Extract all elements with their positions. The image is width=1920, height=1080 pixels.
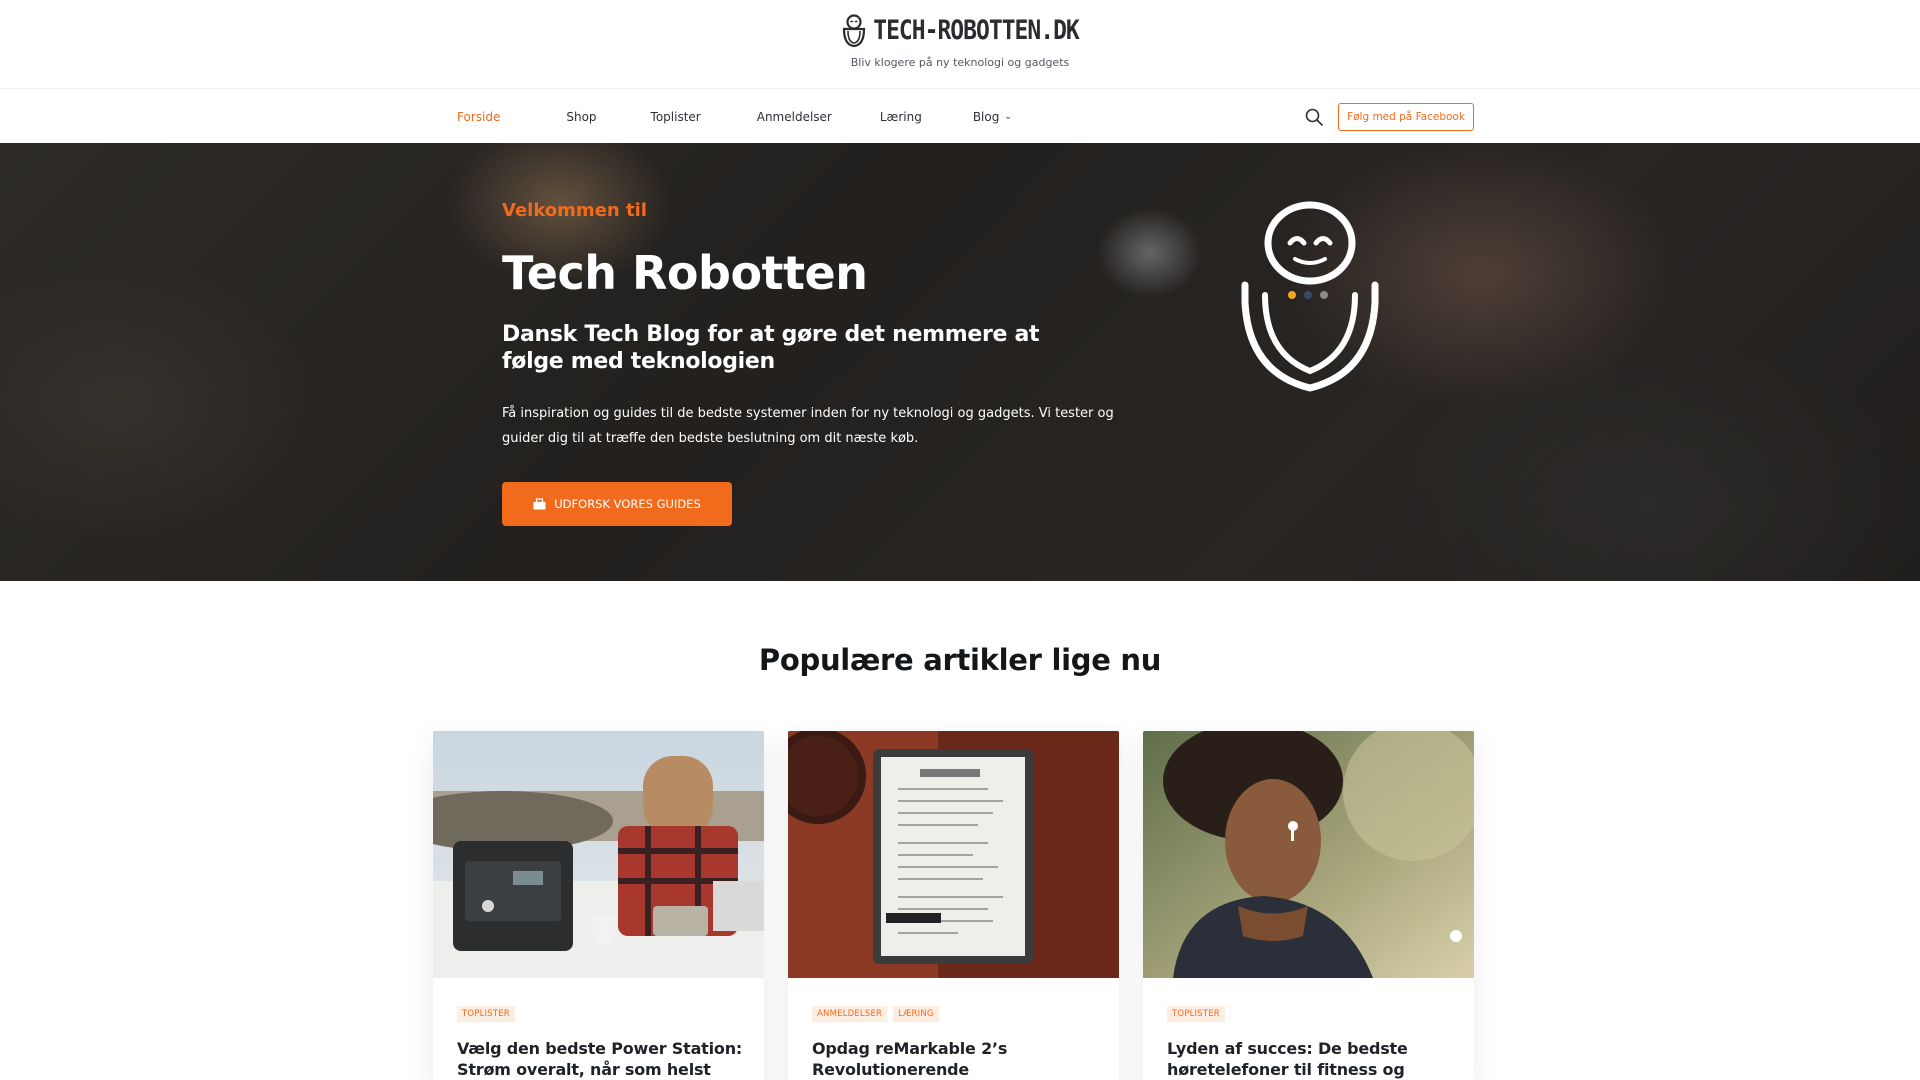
nav-item-label: Shop xyxy=(566,109,597,124)
article-card-power-station[interactable]: TOPLISTER Vælg den bedste Power Station:… xyxy=(433,731,764,1080)
tag-anmeldelser[interactable]: ANMELDELSER xyxy=(812,1006,888,1022)
nav-item-forside[interactable]: Forside xyxy=(457,110,500,124)
nav-item-label: Læring xyxy=(879,109,922,124)
box-icon xyxy=(533,498,546,510)
facebook-follow-button[interactable]: Følg med på Facebook xyxy=(1338,103,1474,131)
tag-toplister[interactable]: TOPLISTER xyxy=(1167,1006,1225,1022)
hero-description: Få inspiration og guides til de bedste s… xyxy=(502,406,1114,446)
card-title[interactable]: Opdag reMarkable 2’s Revolutionerende xyxy=(812,1038,1102,1080)
hero-banner: Velkommen til Tech Robotten Dansk Tech B… xyxy=(0,143,1920,581)
card-title[interactable]: Lyden af succes: De bedste høretelefoner… xyxy=(1167,1038,1457,1080)
nav-list: Forside Shop Toplister Anmeldelser Lærin… xyxy=(457,89,1012,144)
hero-kicker: Velkommen til xyxy=(502,200,647,221)
chevron-down-icon: ⌄ xyxy=(1004,111,1012,122)
hero-subtitle: Dansk Tech Blog for at gøre det nemmere … xyxy=(502,322,1040,374)
headphones-image[interactable] xyxy=(1143,731,1474,978)
cta-label: UDFORSK VORES GUIDES xyxy=(554,497,701,511)
brand-name: TECH-ROBOTTEN.DK xyxy=(873,16,1080,46)
card-title[interactable]: Vælg den bedste Power Station: Strøm ove… xyxy=(457,1038,747,1080)
popular-articles-heading: Populære artikler lige nu xyxy=(758,643,1162,677)
tag-toplister[interactable]: TOPLISTER xyxy=(457,1006,515,1022)
site-header: TECH-ROBOTTEN.DK Bliv klogere på ny tekn… xyxy=(0,0,1920,88)
robot-logo-icon xyxy=(843,14,866,48)
remarkable-image[interactable] xyxy=(788,731,1119,978)
nav-item-label: Forside xyxy=(457,109,501,124)
nav-item-laering[interactable]: Læring xyxy=(880,110,922,124)
article-card-headphones[interactable]: TOPLISTER Lyden af succes: De bedste hør… xyxy=(1143,731,1474,1080)
card-tags: ANMELDELSER LÆRING xyxy=(812,1006,939,1022)
article-card-remarkable[interactable]: ANMELDELSER LÆRING Opdag reMarkable 2’s … xyxy=(788,731,1119,1080)
explore-guides-button[interactable]: UDFORSK VORES GUIDES xyxy=(502,482,732,526)
nav-item-shop[interactable]: Shop xyxy=(566,110,596,124)
search-icon xyxy=(1305,108,1323,126)
nav-item-blog[interactable]: Blog ⌄ xyxy=(973,110,1012,124)
card-tags: TOPLISTER xyxy=(1167,1006,1225,1022)
power-station-image[interactable] xyxy=(433,731,764,978)
nav-item-label: Anmeldelser xyxy=(756,109,832,124)
site-tagline: Bliv klogere på ny teknologi og gadgets xyxy=(850,56,1070,69)
tag-laering[interactable]: LÆRING xyxy=(893,1006,939,1022)
hero-title: Tech Robotten xyxy=(502,246,868,300)
nav-item-label: Blog xyxy=(972,109,1000,124)
robot-mascot-icon xyxy=(1241,201,1379,392)
search-button[interactable] xyxy=(1303,106,1325,128)
card-tags: TOPLISTER xyxy=(457,1006,515,1022)
nav-item-label: Toplister xyxy=(650,109,701,124)
nav-item-toplister[interactable]: Toplister xyxy=(651,110,701,124)
nav-item-anmeldelser[interactable]: Anmeldelser xyxy=(757,110,832,124)
article-card-grid: TOPLISTER Vælg den bedste Power Station:… xyxy=(433,731,1474,1080)
main-navigation: Forside Shop Toplister Anmeldelser Lærin… xyxy=(0,88,1920,143)
site-brand[interactable]: TECH-ROBOTTEN.DK xyxy=(0,14,1920,48)
